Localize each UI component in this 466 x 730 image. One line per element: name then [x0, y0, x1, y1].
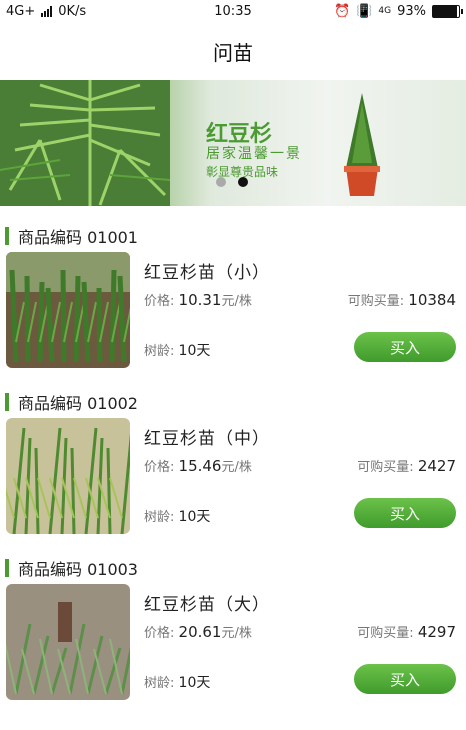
age-value: 10天 [178, 675, 211, 691]
quantity-label: 可购买量: [357, 460, 414, 475]
age-value: 10天 [178, 509, 211, 525]
net-speed: 0K/s [58, 3, 87, 19]
quantity-value: 2427 [417, 457, 456, 475]
product-name: 红豆杉苗（大） [144, 595, 270, 615]
network-type-2: 4G [378, 6, 392, 16]
product-name: 红豆杉苗（小） [144, 263, 270, 283]
banner-carousel[interactable]: 红豆杉 居家温馨一景 彰显尊贵品味 [0, 80, 466, 206]
product-info: 红豆杉苗（中） 价格: 15.46元/株 可购买量: 2427 树龄: 10天 … [144, 418, 466, 538]
age-group: 树龄: 10天 [144, 506, 210, 526]
page-title: 问苗 [213, 40, 253, 65]
price-value: 20.61 [178, 623, 222, 641]
carousel-indicator[interactable] [216, 177, 248, 187]
banner-subtitle: 居家温馨一景 [206, 146, 302, 162]
signal-icon [41, 5, 53, 17]
price-unit: 元/株 [221, 460, 252, 475]
page-title-bar: 问苗 [0, 22, 466, 80]
alarm-icon: ⏰ [334, 3, 351, 19]
age-value: 10天 [178, 343, 211, 359]
product-info: 红豆杉苗（大） 价格: 20.61元/株 可购买量: 4297 树龄: 10天 … [144, 584, 466, 704]
product-list: 商品编码 01001 红豆杉苗（小） 价格: 10.31元/株 可购买量: 10… [0, 206, 466, 704]
age-label: 树龄: [144, 510, 175, 525]
quantity-value: 10384 [408, 291, 456, 309]
product-code: 商品编码 01001 [18, 228, 138, 247]
product-image[interactable] [6, 584, 130, 700]
quantity-group: 可购买量: 4297 [357, 622, 456, 641]
potted-plant-image [344, 93, 380, 196]
section-marker [5, 559, 9, 577]
age-group: 树龄: 10天 [144, 340, 210, 360]
buy-button[interactable]: 买入 [354, 664, 456, 694]
quantity-label: 可购买量: [357, 626, 414, 641]
carousel-dot[interactable] [216, 177, 226, 187]
product-image[interactable] [6, 418, 130, 534]
price-group: 价格: 10.31元/株 [144, 290, 252, 309]
price-label: 价格: [144, 460, 175, 475]
price-qty-row: 价格: 20.61元/株 可购买量: 4297 [144, 622, 456, 641]
quantity-group: 可购买量: 10384 [348, 290, 456, 309]
age-label: 树龄: [144, 676, 175, 691]
product-code-header: 商品编码 01003 [0, 556, 466, 580]
price-qty-row: 价格: 15.46元/株 可购买量: 2427 [144, 456, 456, 475]
product-card[interactable]: 红豆杉苗（小） 价格: 10.31元/株 可购买量: 10384 树龄: 10天… [0, 248, 466, 372]
quantity-label: 可购买量: [347, 294, 405, 309]
battery-percent: 93% [397, 3, 426, 19]
section-marker [5, 227, 9, 245]
buy-button[interactable]: 买入 [354, 332, 456, 362]
product-section: 商品编码 01003 红豆杉苗（大） 价格: 20.61元/株 可购买量: 42… [0, 538, 466, 704]
price-value: 15.46 [178, 457, 222, 475]
carousel-dot[interactable] [238, 177, 248, 187]
price-label: 价格: [144, 626, 175, 641]
status-time: 10:35 [214, 3, 252, 19]
age-label: 树龄: [144, 344, 175, 359]
buy-button[interactable]: 买入 [354, 498, 456, 528]
product-code: 商品编码 01003 [18, 560, 138, 579]
price-value: 10.31 [178, 291, 222, 309]
price-unit: 元/株 [221, 626, 252, 641]
price-group: 价格: 20.61元/株 [144, 622, 252, 641]
price-unit: 元/株 [221, 294, 252, 309]
quantity-value: 4297 [417, 623, 456, 641]
section-marker [5, 393, 9, 411]
price-group: 价格: 15.46元/株 [144, 456, 252, 475]
price-label: 价格: [144, 294, 175, 309]
network-type: 4G+ [6, 3, 36, 19]
product-code: 商品编码 01002 [18, 394, 138, 413]
battery-icon [432, 4, 463, 18]
product-info: 红豆杉苗（小） 价格: 10.31元/株 可购买量: 10384 树龄: 10天… [144, 252, 466, 372]
product-section: 商品编码 01001 红豆杉苗（小） 价格: 10.31元/株 可购买量: 10… [0, 206, 466, 372]
quantity-group: 可购买量: 2427 [357, 456, 456, 475]
product-section: 商品编码 01002 红豆杉苗（中） 价格: 15.46元/株 可购买量: 24… [0, 372, 466, 538]
age-group: 树龄: 10天 [144, 672, 210, 692]
price-qty-row: 价格: 10.31元/株 可购买量: 10384 [144, 290, 456, 309]
product-card[interactable]: 红豆杉苗（中） 价格: 15.46元/株 可购买量: 2427 树龄: 10天 … [0, 414, 466, 538]
product-code-header: 商品编码 01002 [0, 390, 466, 414]
yew-branch-image [0, 80, 170, 206]
status-bar: 4G+ 0K/s 10:35 ⏰ 📳 4G 93% [0, 0, 466, 22]
product-name: 红豆杉苗（中） [144, 429, 270, 449]
product-card[interactable]: 红豆杉苗（大） 价格: 20.61元/株 可购买量: 4297 树龄: 10天 … [0, 580, 466, 704]
vibrate-icon: 📳 [356, 3, 373, 19]
product-code-header: 商品编码 01001 [0, 224, 466, 248]
product-image[interactable] [6, 252, 130, 368]
